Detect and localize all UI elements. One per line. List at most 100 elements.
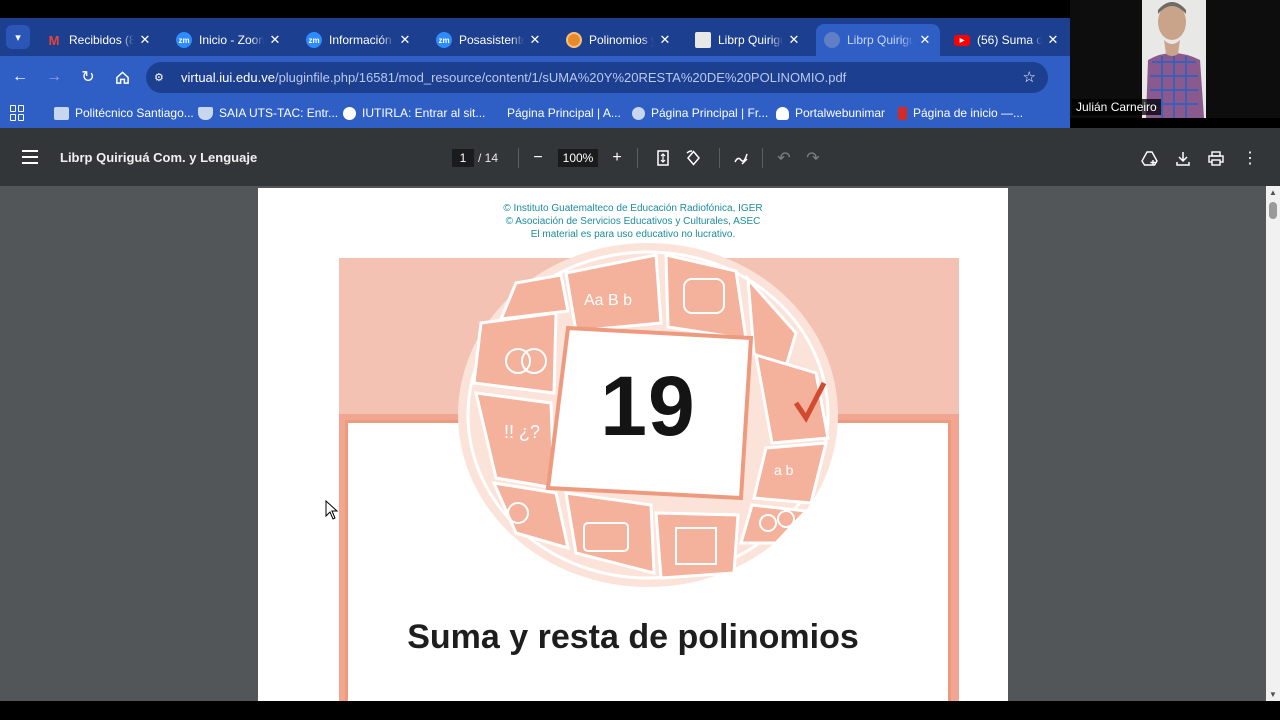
more-vertical-icon: ⋮ <box>1242 150 1258 167</box>
scroll-up-arrow-icon[interactable]: ▲ <box>1266 188 1280 197</box>
bookmark-politecnico[interactable]: Politécnico Santiago... <box>54 104 194 122</box>
fit-page-button[interactable] <box>655 147 671 169</box>
zoom-input[interactable]: 100% <box>558 149 598 167</box>
bookmark-pagina-de-inicio[interactable]: Página de inicio —... <box>898 104 1023 122</box>
tab-title: Inicio - Zoom <box>199 33 264 47</box>
close-icon[interactable]: ✕ <box>398 32 412 48</box>
tab-title: Información <box>329 33 392 47</box>
scrollbar-thumb[interactable] <box>1269 202 1277 219</box>
zoom-out-button[interactable]: − <box>530 147 546 169</box>
monitor-icon <box>54 106 69 120</box>
browser-toolbar: ← → ↻ ⚙ virtual.iui.edu.ve/pluginfile.ph… <box>0 56 1070 98</box>
svg-text:!! ¿?: !! ¿? <box>504 422 540 442</box>
more-options-button[interactable]: ⋮ <box>1242 147 1258 169</box>
download-button[interactable] <box>1174 147 1192 169</box>
chapter-title: Suma y resta de polinomios <box>407 618 859 656</box>
url-domain: virtual.iui.edu.ve <box>181 70 275 85</box>
tab-youtube[interactable]: ▶ (56) Suma de ✕ <box>946 24 1068 56</box>
tab-title: Recibidos (83 <box>69 33 134 47</box>
close-icon[interactable]: ✕ <box>787 32 801 48</box>
scroll-down-arrow-icon[interactable]: ▼ <box>1266 690 1280 699</box>
vertical-scrollbar[interactable]: ▲ ▼ <box>1266 186 1280 701</box>
tab-search-button[interactable]: ▾ <box>6 25 30 49</box>
drive-icon <box>1140 150 1158 166</box>
rotate-button[interactable] <box>684 147 702 169</box>
bookmark-label: Página Principal | A... <box>507 106 621 120</box>
close-icon[interactable]: ✕ <box>918 32 932 48</box>
close-icon[interactable]: ✕ <box>1046 32 1060 48</box>
save-to-drive-button[interactable] <box>1140 147 1158 169</box>
pen-icon <box>734 153 748 165</box>
back-button[interactable]: ← <box>8 65 32 89</box>
arrow-right-icon: → <box>46 68 62 85</box>
apps-grid-icon[interactable] <box>10 105 26 121</box>
pdf-viewport[interactable]: © Instituto Guatemalteco de Educación Ra… <box>0 186 1280 701</box>
bookmark-portalwebunimar[interactable]: Portalwebunimar <box>776 104 885 122</box>
zoom-icon: zm <box>436 32 452 48</box>
svg-text:a b: a b <box>774 462 794 478</box>
tab-zoom-informacion[interactable]: zm Información ✕ <box>298 24 420 56</box>
tab-title: Librp Quirigu <box>847 33 914 47</box>
redo-icon: ↷ <box>806 150 820 167</box>
gmail-icon: M <box>48 32 60 48</box>
globe-icon <box>632 106 645 120</box>
pdf-toolbar: Librp Quiriguá Com. y Lenguaje 1 / 14 − … <box>0 128 1280 186</box>
close-icon[interactable]: ✕ <box>658 32 672 48</box>
zoom-in-button[interactable]: + <box>609 147 625 169</box>
site-info-icon[interactable]: ⚙ <box>154 71 170 84</box>
bookmark-pagina-principal-a[interactable]: Página Principal | A... <box>507 104 621 122</box>
globe-icon <box>824 32 840 48</box>
bookmark-pagina-principal-fr[interactable]: Página Principal | Fr... <box>632 104 768 122</box>
close-icon[interactable]: ✕ <box>138 32 152 48</box>
document-icon <box>695 32 711 48</box>
undo-icon: ↶ <box>777 150 791 167</box>
tab-title: Polinomios y <box>589 33 654 47</box>
video-thumbnail[interactable]: Julián Carneiro <box>1070 0 1280 118</box>
toolbar-divider <box>637 148 638 168</box>
tab-librp-active[interactable]: Librp Quirigu ✕ <box>816 24 940 56</box>
url-text: virtual.iui.edu.ve/pluginfile.php/16581/… <box>181 70 846 85</box>
reload-button[interactable]: ↻ <box>76 65 100 89</box>
pdf-title: Librp Quiriguá Com. y Lenguaje <box>60 150 258 165</box>
tab-title: (56) Suma de <box>977 33 1042 47</box>
tab-librp-1[interactable]: Librp Quirigu ✕ <box>687 24 809 56</box>
bookmark-label: Página Principal | Fr... <box>651 106 769 120</box>
tab-zoom-posasistente[interactable]: zm Posasistente ✕ <box>428 24 550 56</box>
credit-line: El material es para uso educativo no luc… <box>530 229 736 240</box>
reload-icon: ↻ <box>81 69 95 86</box>
minus-icon: − <box>533 149 543 166</box>
home-button[interactable] <box>110 65 134 89</box>
tab-gmail[interactable]: M Recibidos (83 ✕ <box>38 24 160 56</box>
tab-strip: ▾ M Recibidos (83 ✕ zm Inicio - Zoom ✕ z… <box>0 18 1070 56</box>
screen-bottom-edge <box>0 701 1280 720</box>
close-icon[interactable]: ✕ <box>528 32 542 48</box>
youtube-icon: ▶ <box>954 34 970 46</box>
chapter-number: 19 <box>600 359 696 453</box>
print-icon <box>1208 150 1224 166</box>
undo-button[interactable]: ↶ <box>776 147 792 169</box>
bookmarks-bar: Politécnico Santiago... SAIA UTS-TAC: En… <box>0 98 1070 128</box>
redo-button[interactable]: ↷ <box>805 147 821 169</box>
bookmark-star-icon[interactable]: ☆ <box>1023 68 1036 86</box>
annotate-button[interactable] <box>732 147 750 169</box>
bookmark-label: Página de inicio —... <box>913 106 1024 120</box>
tab-zoom-inicio[interactable]: zm Inicio - Zoom ✕ <box>168 24 290 56</box>
arrow-left-icon: ← <box>12 68 28 85</box>
screen: ▾ M Recibidos (83 ✕ zm Inicio - Zoom ✕ z… <box>0 0 1280 720</box>
hand-icon <box>776 106 789 120</box>
close-icon[interactable]: ✕ <box>268 32 282 48</box>
address-bar[interactable]: ⚙ virtual.iui.edu.ve/pluginfile.php/1658… <box>146 62 1048 93</box>
bookmark-iutirla[interactable]: IUTIRLA: Entrar al sit... <box>343 104 485 122</box>
tab-polinomios[interactable]: Polinomios y ✕ <box>558 24 680 56</box>
zoom-icon: zm <box>306 32 322 48</box>
bookmark-saia[interactable]: SAIA UTS-TAC: Entr... <box>198 104 338 122</box>
page-number-input[interactable]: 1 <box>452 149 474 167</box>
mouse-cursor-icon <box>325 500 339 520</box>
print-button[interactable] <box>1207 147 1225 169</box>
tab-title: Librp Quirigu <box>718 33 783 47</box>
rotate-icon <box>686 149 700 166</box>
tab-title: Posasistente <box>459 33 524 47</box>
toolbar-divider <box>518 148 519 168</box>
menu-icon[interactable] <box>22 150 38 164</box>
forward-button[interactable]: → <box>42 65 66 89</box>
